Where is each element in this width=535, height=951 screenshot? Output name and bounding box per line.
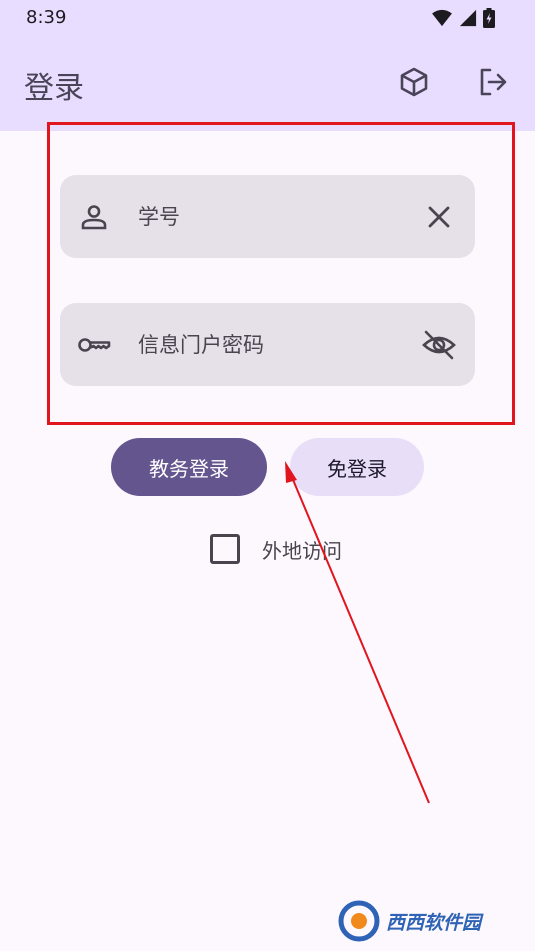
status-time: 8:39 [26,7,67,28]
watermark-logo: 西西软件园 [338,898,518,944]
cube-button[interactable] [398,66,430,98]
highlight-box [47,122,515,425]
wifi-icon [431,9,453,31]
signal-icon [459,9,477,31]
academic-login-button[interactable]: 教务登录 [111,438,267,496]
battery-charging-icon [483,8,495,32]
remote-access-label: 外地访问 [262,539,342,563]
page-title: 登录 [24,71,84,106]
logout-button[interactable] [477,66,509,98]
status-bar: 8:39 [0,0,535,36]
skip-login-button[interactable]: 免登录 [290,438,424,496]
logout-icon [477,68,509,102]
app-bar: 登录 [0,36,535,131]
remote-access-checkbox[interactable] [210,534,240,564]
status-icons [431,8,495,32]
cube-icon [398,67,430,102]
